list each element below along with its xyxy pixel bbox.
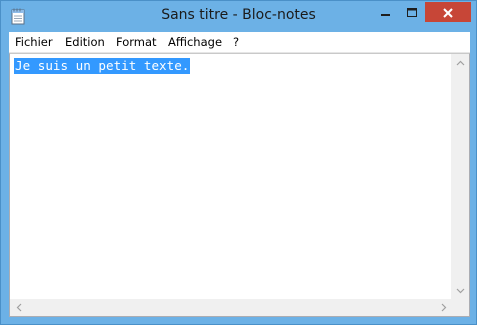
- menu-format[interactable]: Format: [116, 35, 157, 49]
- menu-fichier[interactable]: Fichier: [15, 35, 53, 49]
- maximize-icon: [407, 3, 417, 22]
- horizontal-scrollbar[interactable]: [10, 299, 452, 316]
- menu-help[interactable]: ?: [233, 35, 239, 49]
- scrollbar-corner: [452, 299, 469, 316]
- menu-edition[interactable]: Edition: [65, 35, 105, 49]
- scroll-right-arrow-icon[interactable]: [435, 299, 452, 316]
- menu-affichage[interactable]: Affichage: [168, 35, 222, 49]
- title-bar[interactable]: Sans titre - Bloc-notes: [1, 1, 476, 32]
- close-button[interactable]: [425, 2, 471, 22]
- vertical-scrollbar[interactable]: [451, 54, 469, 299]
- text-editor[interactable]: Je suis un petit texte.: [9, 53, 470, 317]
- selected-text[interactable]: Je suis un petit texte.: [14, 58, 191, 74]
- scroll-up-arrow-icon[interactable]: [452, 54, 469, 71]
- scroll-down-arrow-icon[interactable]: [452, 282, 469, 299]
- close-icon: [443, 3, 453, 22]
- menu-bar: Fichier Edition Format Affichage ?: [9, 32, 470, 53]
- minimize-button[interactable]: [372, 2, 399, 22]
- notepad-window: Sans titre - Bloc-notes Fichier Edition …: [0, 0, 477, 325]
- text-content[interactable]: Je suis un petit texte.: [14, 58, 191, 74]
- minimize-icon: [380, 3, 391, 22]
- scroll-left-arrow-icon[interactable]: [10, 299, 27, 316]
- maximize-button[interactable]: [399, 2, 425, 22]
